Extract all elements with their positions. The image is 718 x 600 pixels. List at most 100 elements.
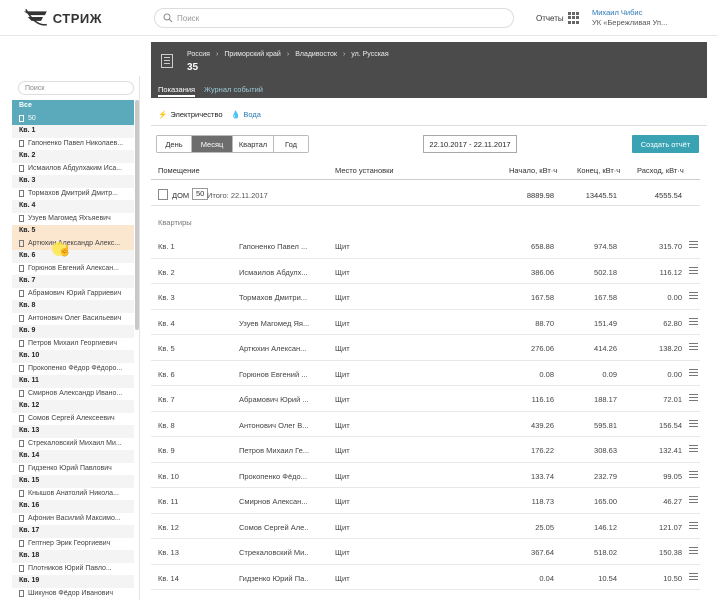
column-header-location[interactable]: Место установки	[335, 166, 394, 175]
period-year-button[interactable]: Год	[274, 136, 308, 152]
row-menu-icon[interactable]	[689, 496, 698, 503]
sidebar-item[interactable]: Гептнер Эрик Георгиевич	[12, 538, 134, 551]
column-header-start[interactable]: Начало, кВт·ч	[509, 166, 557, 175]
global-search[interactable]	[154, 8, 514, 28]
sidebar-group-header[interactable]: Кв. 6	[12, 250, 134, 263]
sidebar-group-header[interactable]: Кв. 11	[12, 375, 134, 388]
sidebar-search-input[interactable]	[25, 84, 125, 92]
sidebar-item[interactable]: Петров Михаил Георгиевич	[12, 338, 134, 351]
row-menu-icon[interactable]	[689, 394, 698, 401]
sidebar-item[interactable]: Горюнов Евгений Алексан...	[12, 263, 134, 276]
sidebar-group-header[interactable]: Кв. 1	[12, 125, 134, 138]
row-menu-icon[interactable]	[689, 368, 698, 376]
column-header-usage[interactable]: Расход, кВт·ч	[637, 166, 684, 175]
row-menu-icon[interactable]	[689, 572, 698, 580]
table-row[interactable]: Кв. 3 Тормахов Дмитри... Щит 167.58 167.58 0.…	[151, 284, 700, 310]
tab-event-log[interactable]: Журнал событий	[204, 85, 263, 94]
sidebar-scrollbar[interactable]	[135, 100, 139, 330]
table-row[interactable]: Кв. 10 Прокопенко Фёдо... Щит 133.74 232.79 9…	[151, 463, 700, 488]
sidebar-group-header[interactable]: Кв. 2	[12, 150, 134, 163]
sidebar-item[interactable]: Узуев Магомед Яхъяевич	[12, 213, 134, 226]
column-header-room[interactable]: Помещение	[158, 166, 200, 175]
table-row[interactable]: Кв. 5 Артюхин Алексан... Щит 276.06 414.26 13…	[151, 335, 700, 361]
global-search-input[interactable]	[177, 13, 497, 23]
sidebar-group-header[interactable]: Кв. 12	[12, 400, 134, 413]
breadcrumb-city[interactable]: Владивосток	[295, 51, 337, 58]
sidebar-item[interactable]: Антонович Олег Васильевич	[12, 313, 134, 326]
table-row[interactable]: Кв. 14 Гидзенко Юрий Па... Щит 0.04 10.54 10.…	[151, 565, 700, 590]
table-row[interactable]: Кв. 11 Смирнов Алексан... Щит 118.73 165.00 4…	[151, 488, 700, 514]
sidebar-item[interactable]: Абрамович Юрий Гарриевич	[12, 288, 134, 301]
row-menu-icon[interactable]	[689, 445, 698, 452]
period-quarter-button[interactable]: Квартал	[233, 136, 274, 152]
sidebar-group-header[interactable]: Кв. 14	[12, 450, 134, 463]
cell-apartment: Кв. 5	[158, 344, 175, 353]
table-row[interactable]: Кв. 12 Сомов Сергей Але... Щит 25.05 146.12 1…	[151, 514, 700, 539]
row-menu-icon[interactable]	[689, 241, 698, 248]
sidebar-item[interactable]: Прокопенко Фёдор Фёдоро...	[12, 363, 134, 376]
sidebar-search[interactable]	[18, 81, 134, 95]
sidebar-group-header[interactable]: Кв. 17	[12, 525, 134, 538]
sidebar-item[interactable]: Тормахов Дмитрий Дмитр...	[12, 188, 134, 201]
sidebar-group-header[interactable]: Кв. 16	[12, 500, 134, 513]
cell-usage: 315.70	[659, 242, 682, 251]
row-menu-icon[interactable]	[689, 470, 698, 478]
table-row[interactable]: Кв. 1 Гапоненко Павел ... Щит 658.88 974.58 3…	[151, 233, 700, 259]
sidebar-item[interactable]: Кнышов Анатолий Никола...	[12, 488, 134, 501]
create-report-button[interactable]: Создать отчёт	[632, 135, 699, 153]
row-menu-icon[interactable]	[689, 343, 698, 350]
table-row[interactable]: Кв. 8 Антонович Олег В... Щит 439.26 595.81 1…	[151, 412, 700, 437]
sidebar-group-header[interactable]: Кв. 3	[12, 175, 134, 188]
table-row[interactable]: Кв. 6 Горюнов Евгений ... Щит 0.08 0.09 0.00	[151, 361, 700, 386]
period-day-button[interactable]: День	[157, 136, 192, 152]
sidebar-item[interactable]: 50	[12, 112, 134, 125]
sidebar-group-header[interactable]: Кв. 10	[12, 350, 134, 363]
row-menu-icon[interactable]	[689, 266, 698, 274]
period-month-button[interactable]: Месяц	[192, 136, 233, 152]
sidebar-item[interactable]: Гапоненко Павел Николаев...	[12, 138, 134, 151]
sidebar-group-header[interactable]: Кв. 7	[12, 275, 134, 288]
table-row[interactable]: Кв. 2 Исмаилов Абдулх... Щит 386.06 502.18 11…	[151, 259, 700, 284]
user-menu[interactable]: Михаил Чибис УК «Бережливая Уп...	[592, 8, 712, 28]
apps-grid-icon[interactable]	[568, 12, 580, 24]
sidebar-group-header[interactable]: Кв. 19	[12, 575, 134, 588]
date-range-picker[interactable]: 22.10.2017 - 22.11.2017	[423, 135, 517, 153]
tab-electricity[interactable]: ⚡ Электричество	[158, 110, 223, 119]
sidebar-item[interactable]: Плотников Юрий Павло...	[12, 563, 134, 576]
breadcrumb-region[interactable]: Приморский край	[224, 51, 281, 58]
tab-water[interactable]: 💧 Вода	[231, 110, 261, 119]
sidebar-group-header[interactable]: Все	[12, 100, 134, 113]
tab-readings[interactable]: Показания	[158, 85, 196, 97]
sidebar-group-header[interactable]: Кв. 5	[12, 225, 134, 238]
reports-link[interactable]: Отчеты	[536, 14, 564, 23]
breadcrumb-street[interactable]: ул. Русская	[351, 51, 388, 58]
sidebar-item[interactable]: Шикунов Фёдор Иванович	[12, 588, 134, 600]
row-menu-icon[interactable]	[689, 547, 698, 554]
table-row[interactable]: Кв. 13 Стрекаловский Ми... Щит 367.64 518.02…	[151, 539, 700, 565]
column-header-end[interactable]: Конец, кВт·ч	[577, 166, 620, 175]
house-total-row[interactable]: ДОМ 50 Итого: 22.11.2017 8889.98 13445.5…	[151, 184, 700, 206]
sidebar-item[interactable]: Сомов Сергей Алексеевич	[12, 413, 134, 426]
sidebar-item[interactable]: Артюхин Александр Алекс...	[12, 237, 134, 250]
sidebar-item[interactable]: Смирнов Александр Ивано...	[12, 388, 134, 401]
row-menu-icon[interactable]	[689, 521, 698, 529]
table-row[interactable]: Кв. 9 Петров Михаил Ге... Щит 176.22 308.63 1…	[151, 437, 700, 463]
table-row[interactable]: Кв. 7 Абрамович Юрий ... Щит 116.16 188.17 72…	[151, 386, 700, 412]
sidebar-item[interactable]: Гидзенко Юрий Павлович	[12, 463, 134, 476]
sidebar-group-header[interactable]: Кв. 4	[12, 200, 134, 213]
app-logo[interactable]: СТРИЖ	[22, 6, 102, 30]
breadcrumb-country[interactable]: Россия	[187, 51, 210, 58]
tab-electricity-label: Электричество	[170, 110, 223, 119]
sidebar-group-header[interactable]: Кв. 13	[12, 425, 134, 438]
sidebar-group-header[interactable]: Кв. 8	[12, 300, 134, 313]
sidebar-item[interactable]: Исмаилов Абдулхаким Иса...	[12, 163, 134, 176]
row-menu-icon[interactable]	[689, 317, 698, 325]
sidebar-item[interactable]: Афонин Василий Максимо...	[12, 513, 134, 526]
row-menu-icon[interactable]	[689, 419, 698, 427]
sidebar-group-header[interactable]: Кв. 9	[12, 325, 134, 338]
sidebar-item[interactable]: Стрекаловский Михаил Ми...	[12, 438, 134, 451]
sidebar-group-header[interactable]: Кв. 15	[12, 475, 134, 488]
row-menu-icon[interactable]	[689, 292, 698, 299]
table-row[interactable]: Кв. 4 Узуев Магомед Яя... Щит 88.70 151.49 62…	[151, 310, 700, 335]
sidebar-group-header[interactable]: Кв. 18	[12, 550, 134, 563]
